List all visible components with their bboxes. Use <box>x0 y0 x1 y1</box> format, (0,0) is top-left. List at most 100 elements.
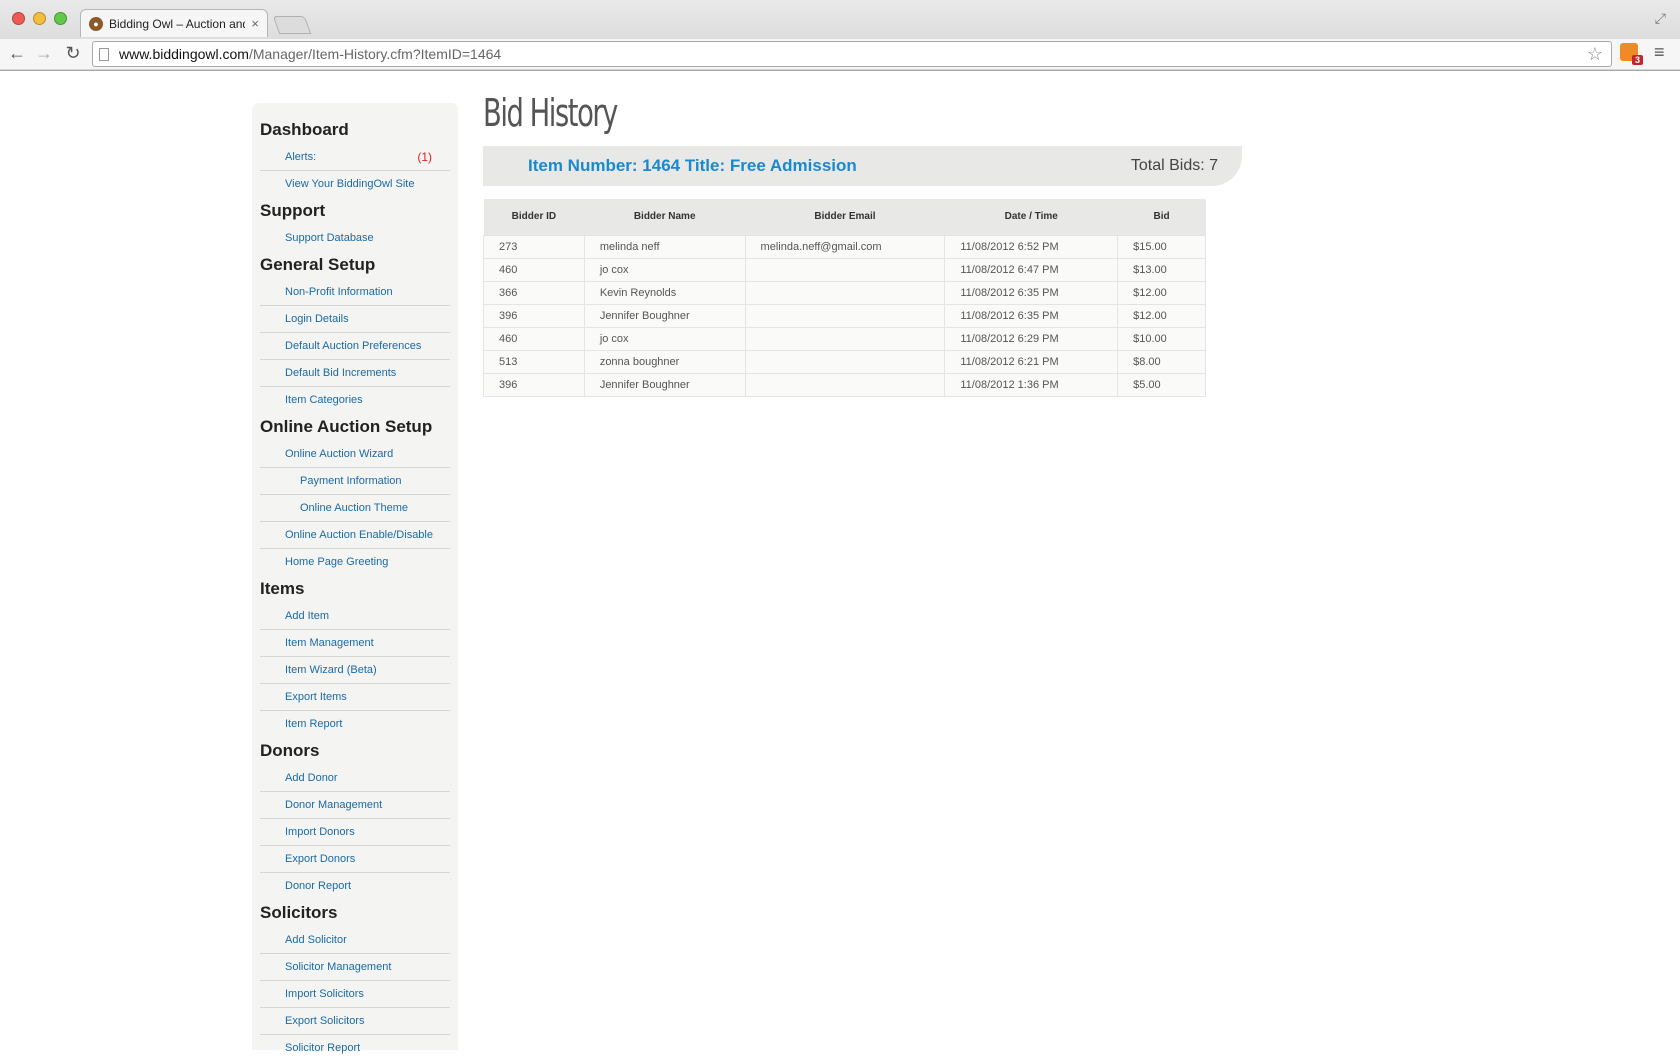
sidebar-item-login-details[interactable]: Login Details <box>260 306 450 333</box>
sidebar-item-online-auction-wizard[interactable]: Online Auction Wizard <box>260 441 450 468</box>
table-row: 460 jo cox 11/08/2012 6:47 PM $13.00 <box>483 257 1206 282</box>
bid-amount-cell: $8.00 <box>1117 349 1206 374</box>
back-arrow-icon[interactable]: ← <box>6 43 28 64</box>
page-title: Bid History <box>483 91 618 135</box>
new-tab-button[interactable] <box>272 16 312 34</box>
sidebar-item-label: Support Database <box>285 232 374 244</box>
sidebar-item-donor-management[interactable]: Donor Management <box>260 792 450 819</box>
sidebar-item-solicitor-report[interactable]: Solicitor Report <box>260 1035 450 1062</box>
sidebar-item-label: Donor Report <box>285 880 352 892</box>
sidebar-section-general-setup: General Setup Non-Profit Information Login… <box>260 252 450 414</box>
sidebar-section-items: Items Add Item Item Management Item Wizard … <box>260 576 450 738</box>
close-window-button[interactable] <box>12 12 25 25</box>
menu-icon[interactable]: ≡ <box>1654 42 1665 63</box>
sidebar-section-solicitors: Solicitors Add Solicitor Solicitor Managem… <box>260 900 450 1062</box>
bidder-id-cell: 396 <box>483 372 585 397</box>
tab-close-icon[interactable]: × <box>251 16 259 31</box>
alert-count-badge: (1) <box>417 150 432 164</box>
bid-amount-cell: $5.00 <box>1117 372 1206 397</box>
sidebar-item-online-auction-theme[interactable]: Online Auction Theme <box>260 495 450 522</box>
sidebar-item-label: Import Donors <box>285 826 355 838</box>
navigation-bar: ← → ↻ www.biddingowl.com /Manager/Item-H… <box>0 39 1680 69</box>
bidder-id-cell: 366 <box>483 280 585 305</box>
sidebar-item-add-donor[interactable]: Add Donor <box>260 765 450 792</box>
fullscreen-icon[interactable]: ⤢ <box>1655 10 1666 27</box>
date-time-cell: 11/08/2012 6:21 PM <box>944 349 1119 374</box>
table-row: 396 Jennifer Boughner 11/08/2012 1:36 PM $5… <box>483 372 1206 397</box>
sidebar-item-add-solicitor[interactable]: Add Solicitor <box>260 927 450 954</box>
browser-tab[interactable]: ● Bidding Owl – Auction and × <box>80 9 268 37</box>
sidebar-item-label: Add Donor <box>285 772 338 784</box>
bidder-name-cell: jo cox <box>583 326 746 351</box>
sidebar-item-label: Item Wizard (Beta) <box>285 664 377 676</box>
star-icon[interactable]: ☆ <box>1587 44 1603 65</box>
bidder-email-cell: melinda.neff@gmail.com <box>744 234 946 259</box>
sidebar-item-payment-information[interactable]: Payment Information <box>260 468 450 495</box>
date-time-cell: 11/08/2012 6:47 PM <box>944 257 1119 282</box>
table-header-row: Bidder ID Bidder Name Bidder Email Date / T… <box>483 199 1206 235</box>
zoom-window-button[interactable] <box>54 12 67 25</box>
url-host: www.biddingowl.com <box>119 46 249 62</box>
sidebar-section-title: Solicitors <box>260 903 338 922</box>
sidebar-item-label: Non-Profit Information <box>285 286 393 298</box>
item-info: Item Number: 1464 Title: Free Admission <box>528 156 857 175</box>
reload-icon[interactable]: ↻ <box>62 43 84 64</box>
sidebar-item-default-bid-increments[interactable]: Default Bid Increments <box>260 360 450 387</box>
bidder-name-cell: Jennifer Boughner <box>583 372 746 397</box>
minimize-window-button[interactable] <box>33 12 46 25</box>
date-time-cell: 11/08/2012 6:52 PM <box>944 234 1119 259</box>
sidebar-item-item-categories[interactable]: Item Categories <box>260 387 450 414</box>
bid-amount-cell: $12.00 <box>1117 280 1206 305</box>
sidebar-item-item-report[interactable]: Item Report <box>260 711 450 738</box>
sidebar-nav: Dashboard Alerts: (1) View Your BiddingOwl … <box>252 103 458 1054</box>
sidebar-item-solicitor-management[interactable]: Solicitor Management <box>260 954 450 981</box>
sidebar-item-import-donors[interactable]: Import Donors <box>260 819 450 846</box>
address-bar[interactable]: www.biddingowl.com /Manager/Item-History… <box>92 41 1612 67</box>
sidebar-section-title: Support <box>260 201 326 220</box>
date-time-cell: 11/08/2012 6:35 PM <box>944 280 1119 305</box>
sidebar-item-label: Add Item <box>285 610 330 622</box>
total-bids: Total Bids: 7 <box>1130 157 1218 174</box>
bid-amount-cell: $10.00 <box>1117 326 1206 351</box>
sidebar-item-import-solicitors[interactable]: Import Solicitors <box>260 981 450 1008</box>
sidebar-item-online-auction-enable-disable[interactable]: Online Auction Enable/Disable <box>260 522 450 549</box>
bidder-name-cell: jo cox <box>583 257 746 282</box>
bidder-id-cell: 460 <box>483 257 585 282</box>
sidebar-item-item-wizard-beta[interactable]: Item Wizard (Beta) <box>260 657 450 684</box>
page-icon <box>99 47 109 61</box>
bidder-email-cell <box>744 303 946 328</box>
sidebar-item-item-management[interactable]: Item Management <box>260 630 450 657</box>
sidebar-item-label: Export Solicitors <box>285 1015 365 1027</box>
bidder-email-cell <box>744 257 946 282</box>
sidebar-item-label: Online Auction Theme <box>300 502 409 514</box>
rss-badge: 3 <box>1632 55 1644 65</box>
sidebar-item-label: Donor Management <box>285 799 383 811</box>
sidebar-item-export-donors[interactable]: Export Donors <box>260 846 450 873</box>
sidebar-item-donor-report[interactable]: Donor Report <box>260 873 450 900</box>
forward-arrow-icon[interactable]: → <box>33 43 55 64</box>
sidebar-item-label: Import Solicitors <box>285 988 364 1000</box>
sidebar-item-default-auction-preferences[interactable]: Default Auction Preferences <box>260 333 450 360</box>
table-row: 460 jo cox 11/08/2012 6:29 PM $10.00 <box>483 326 1206 351</box>
sidebar-item-view-your-biddingowl-site[interactable]: View Your BiddingOwl Site <box>260 171 450 198</box>
sidebar-item-export-items[interactable]: Export Items <box>260 684 450 711</box>
bidder-id-cell: 396 <box>483 303 585 328</box>
sidebar-item-label: Login Details <box>285 313 349 325</box>
sidebar-item-label: Payment Information <box>300 475 402 487</box>
item-banner: Item Number: 1464 Title: Free Admission … <box>483 146 1242 186</box>
sidebar-section-support: Support Support Database <box>260 198 450 252</box>
bidder-id-cell: 273 <box>483 234 585 259</box>
sidebar-item-add-item[interactable]: Add Item <box>260 603 450 630</box>
bid-amount-cell: $12.00 <box>1117 303 1206 328</box>
sidebar-section-dashboard: Dashboard Alerts: (1) View Your BiddingOwl … <box>260 117 450 198</box>
table-row: 273 melinda neff melinda.neff@gmail.com 11/… <box>483 234 1206 259</box>
sidebar-item-label: Alerts: <box>285 151 317 163</box>
sidebar-item-home-page-greeting[interactable]: Home Page Greeting <box>260 549 450 576</box>
sidebar-item-support-database[interactable]: Support Database <box>260 225 450 252</box>
sidebar-item-export-solicitors[interactable]: Export Solicitors <box>260 1008 450 1035</box>
window-controls <box>12 12 67 25</box>
bidder-name-cell: melinda neff <box>583 234 746 259</box>
table-row: 513 zonna boughner 11/08/2012 6:21 PM $8.00 <box>483 349 1206 374</box>
sidebar-item-alerts[interactable]: Alerts: (1) <box>260 144 450 171</box>
sidebar-item-non-profit-information[interactable]: Non-Profit Information <box>260 279 450 306</box>
